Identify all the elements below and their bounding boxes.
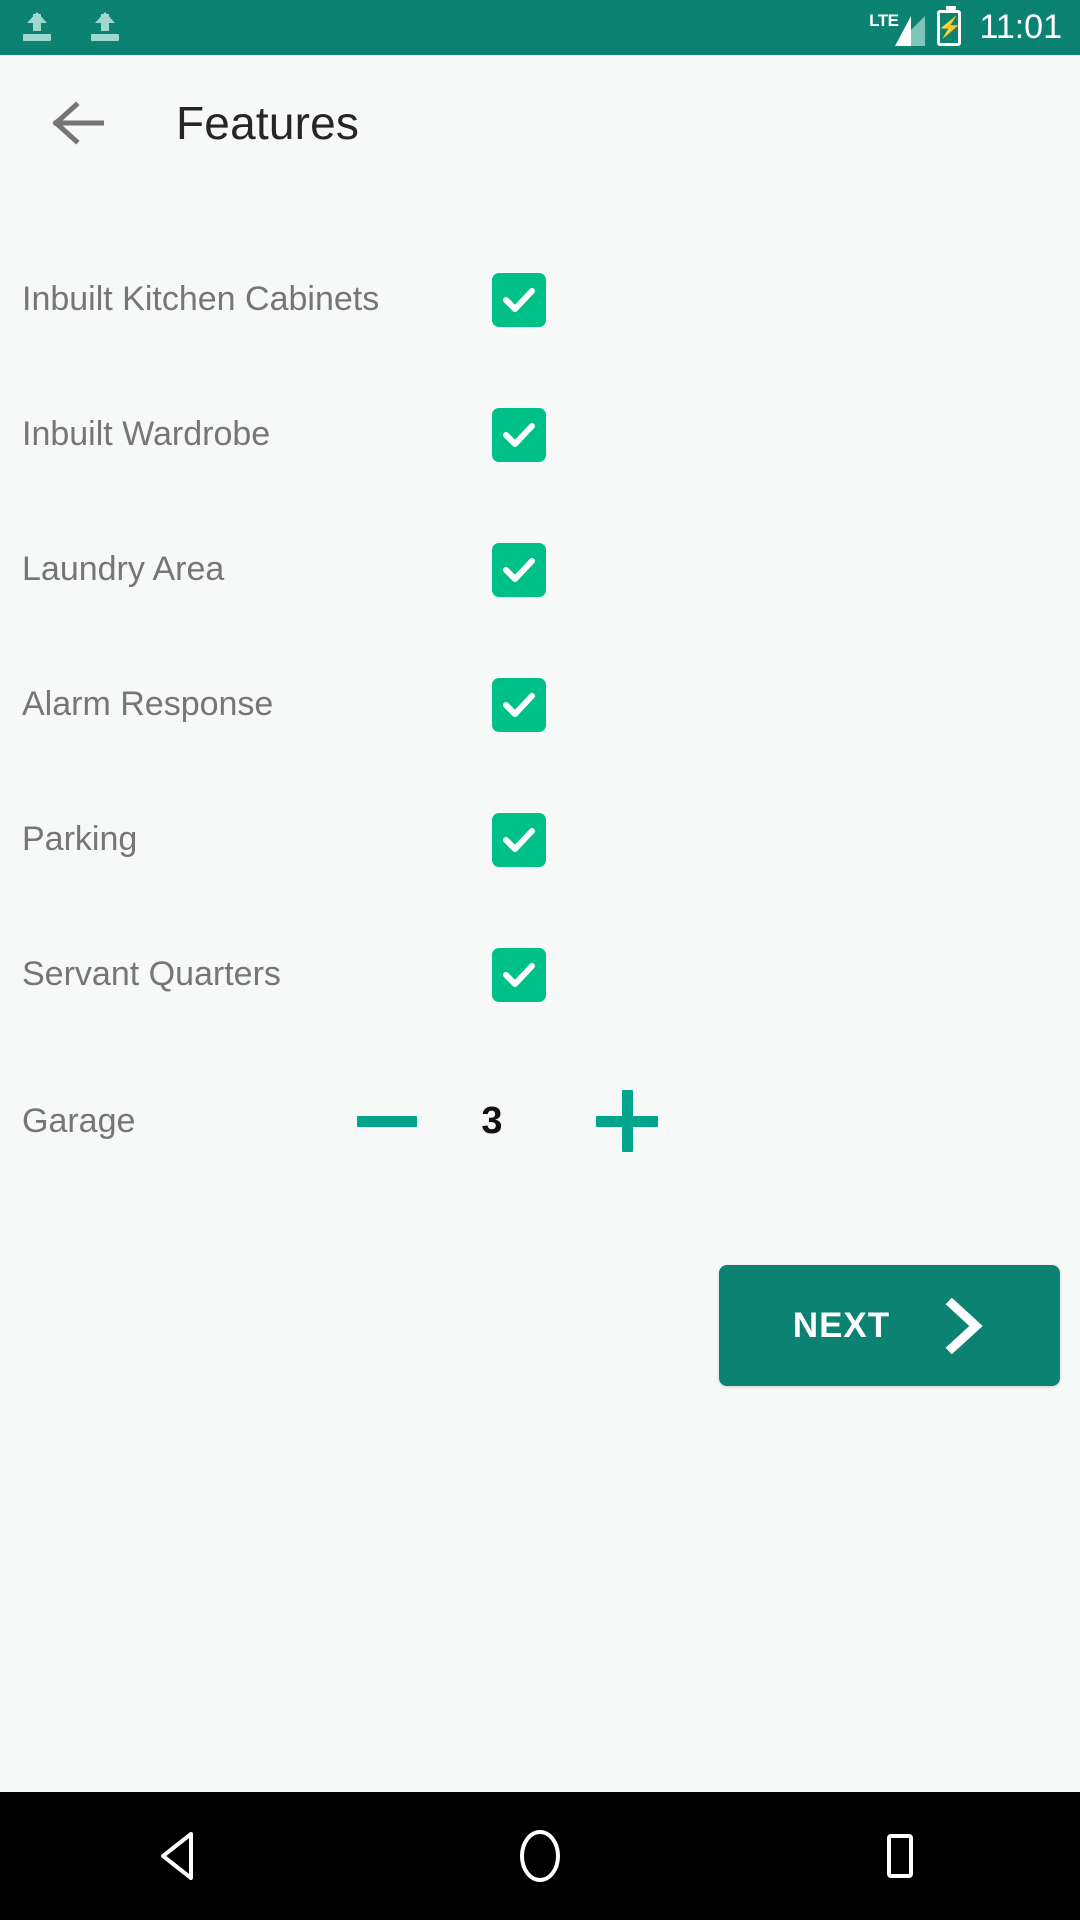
feature-checkbox[interactable] <box>492 272 546 327</box>
upload-icon <box>90 11 120 44</box>
feature-checkbox[interactable] <box>492 947 546 1002</box>
nav-back-button[interactable] <box>110 1792 250 1920</box>
upload-icon <box>22 11 52 44</box>
arrow-left-icon <box>52 100 104 145</box>
garage-stepper-row: Garage 3 <box>0 1046 1080 1196</box>
status-bar-clock: 11:01 <box>979 8 1062 46</box>
feature-label: Alarm Response <box>22 685 274 723</box>
app-bar: Features <box>0 55 1080 190</box>
page-title: Features <box>176 96 360 149</box>
status-bar: LTE ⚡ 11:01 <box>0 0 1080 55</box>
minus-icon <box>357 1115 417 1127</box>
next-button-label: NEXT <box>792 1305 891 1345</box>
feature-row-alarm-response[interactable]: Alarm Response <box>0 637 1080 772</box>
stepper-label: Garage <box>22 1101 136 1140</box>
feature-row-servant-quarters[interactable]: Servant Quarters <box>0 907 1080 1042</box>
feature-checkbox[interactable] <box>492 812 546 867</box>
back-triangle-icon <box>161 1832 193 1880</box>
feature-label: Inbuilt Kitchen Cabinets <box>22 280 380 318</box>
feature-row-inbuilt-kitchen-cabinets[interactable]: Inbuilt Kitchen Cabinets <box>0 232 1080 367</box>
feature-row-laundry-area[interactable]: Laundry Area <box>0 502 1080 637</box>
decrement-button[interactable] <box>342 1076 432 1166</box>
chevron-right-icon <box>945 1297 983 1354</box>
nav-recents-button[interactable] <box>830 1792 970 1920</box>
feature-checkbox[interactable] <box>492 542 546 597</box>
feature-row-inbuilt-wardrobe[interactable]: Inbuilt Wardrobe <box>0 367 1080 502</box>
nav-home-button[interactable] <box>470 1792 610 1920</box>
feature-row-parking[interactable]: Parking <box>0 772 1080 907</box>
plus-icon <box>621 1090 633 1152</box>
feature-label: Laundry Area <box>22 550 225 588</box>
feature-label: Parking <box>22 820 138 858</box>
status-bar-notifications <box>22 11 120 44</box>
next-button[interactable]: NEXT <box>719 1265 1060 1386</box>
battery-charging-icon: ⚡ <box>937 5 962 46</box>
feature-label: Servant Quarters <box>22 955 281 993</box>
feature-label: Inbuilt Wardrobe <box>22 415 271 453</box>
feature-list: Inbuilt Kitchen Cabinets Inbuilt Wardrob… <box>0 232 1080 1042</box>
recents-square-icon <box>887 1834 913 1878</box>
feature-checkbox[interactable] <box>492 677 546 732</box>
feature-checkbox[interactable] <box>492 407 546 462</box>
signal-bars-icon: LTE <box>869 10 926 46</box>
stepper-value: 3 <box>481 1099 503 1142</box>
status-bar-system: LTE ⚡ 11:01 <box>869 5 1062 47</box>
phone-screen: LTE ⚡ 11:01 Features Inbuilt Kitchen Cab… <box>0 0 1080 1920</box>
android-nav-bar <box>0 1792 1080 1920</box>
network-type-label: LTE <box>869 10 899 30</box>
back-button[interactable] <box>42 87 114 159</box>
home-circle-icon <box>520 1830 560 1882</box>
increment-button[interactable] <box>582 1076 672 1166</box>
